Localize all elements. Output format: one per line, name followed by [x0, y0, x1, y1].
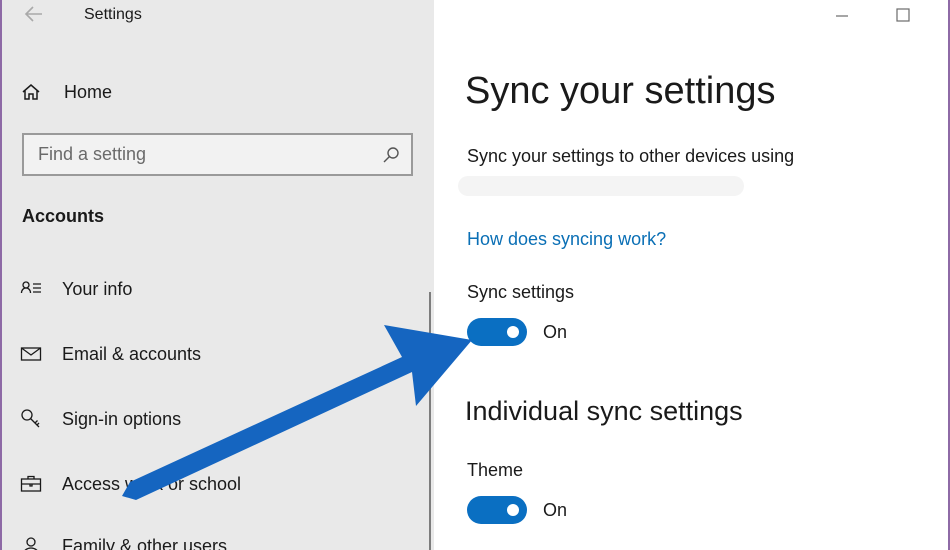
mail-icon — [20, 343, 42, 365]
sidebar-item-label: Sign-in options — [62, 408, 182, 429]
home-icon — [20, 81, 42, 103]
title-bar: Settings — [2, 0, 434, 32]
toggle-state-label: On — [543, 499, 568, 520]
section-title: Accounts — [22, 206, 105, 226]
settings-window: Settings Home Accounts Your info E — [0, 0, 950, 550]
briefcase-icon — [20, 473, 42, 495]
search-box[interactable] — [22, 133, 413, 176]
sidebar-item-sign-in-options[interactable]: Sign-in options — [20, 404, 181, 434]
theme-toggle[interactable] — [467, 496, 527, 524]
sidebar: Settings Home Accounts Your info E — [2, 0, 434, 550]
key-icon — [20, 408, 42, 430]
toggle-knob — [507, 504, 519, 516]
sidebar-item-label: Your info — [62, 278, 133, 299]
theme-toggle-row: On — [467, 496, 567, 524]
section-heading: Individual sync settings — [465, 396, 743, 426]
person-icon — [20, 535, 42, 550]
minimize-icon[interactable] — [822, 2, 862, 30]
person-card-icon — [20, 278, 42, 300]
toggle-knob — [507, 326, 519, 338]
sync-settings-toggle-row: On — [467, 318, 567, 346]
sidebar-item-family-users[interactable]: Family & other users — [20, 531, 227, 550]
search-icon[interactable] — [381, 145, 401, 165]
sidebar-item-email-accounts[interactable]: Email & accounts — [20, 339, 201, 369]
toggle-state-label: On — [543, 321, 568, 342]
app-title: Settings — [84, 6, 142, 23]
sync-settings-toggle[interactable] — [467, 318, 527, 346]
scrollbar[interactable] — [429, 292, 431, 550]
sidebar-item-label: Email & accounts — [62, 343, 202, 364]
back-arrow-icon[interactable] — [22, 2, 46, 26]
sidebar-item-label: Home — [64, 81, 113, 102]
maximize-icon[interactable] — [883, 2, 923, 30]
how-syncing-works-link[interactable]: How does syncing work? — [467, 229, 666, 250]
sidebar-item-access-work-school[interactable]: Access work or school — [20, 469, 241, 499]
theme-label: Theme — [467, 460, 524, 480]
search-input[interactable] — [24, 135, 364, 174]
sidebar-item-label: Access work or school — [62, 473, 242, 494]
sync-settings-label: Sync settings — [467, 282, 575, 302]
main-content: Sync your settings Sync your settings to… — [434, 0, 948, 550]
sidebar-item-home[interactable]: Home — [20, 78, 112, 106]
page-title: Sync your settings — [465, 70, 776, 112]
sidebar-item-your-info[interactable]: Your info — [20, 274, 132, 304]
redacted-account — [458, 176, 744, 196]
sidebar-item-label: Family & other users — [62, 535, 228, 550]
sync-description: Sync your settings to other devices usin… — [467, 146, 795, 166]
